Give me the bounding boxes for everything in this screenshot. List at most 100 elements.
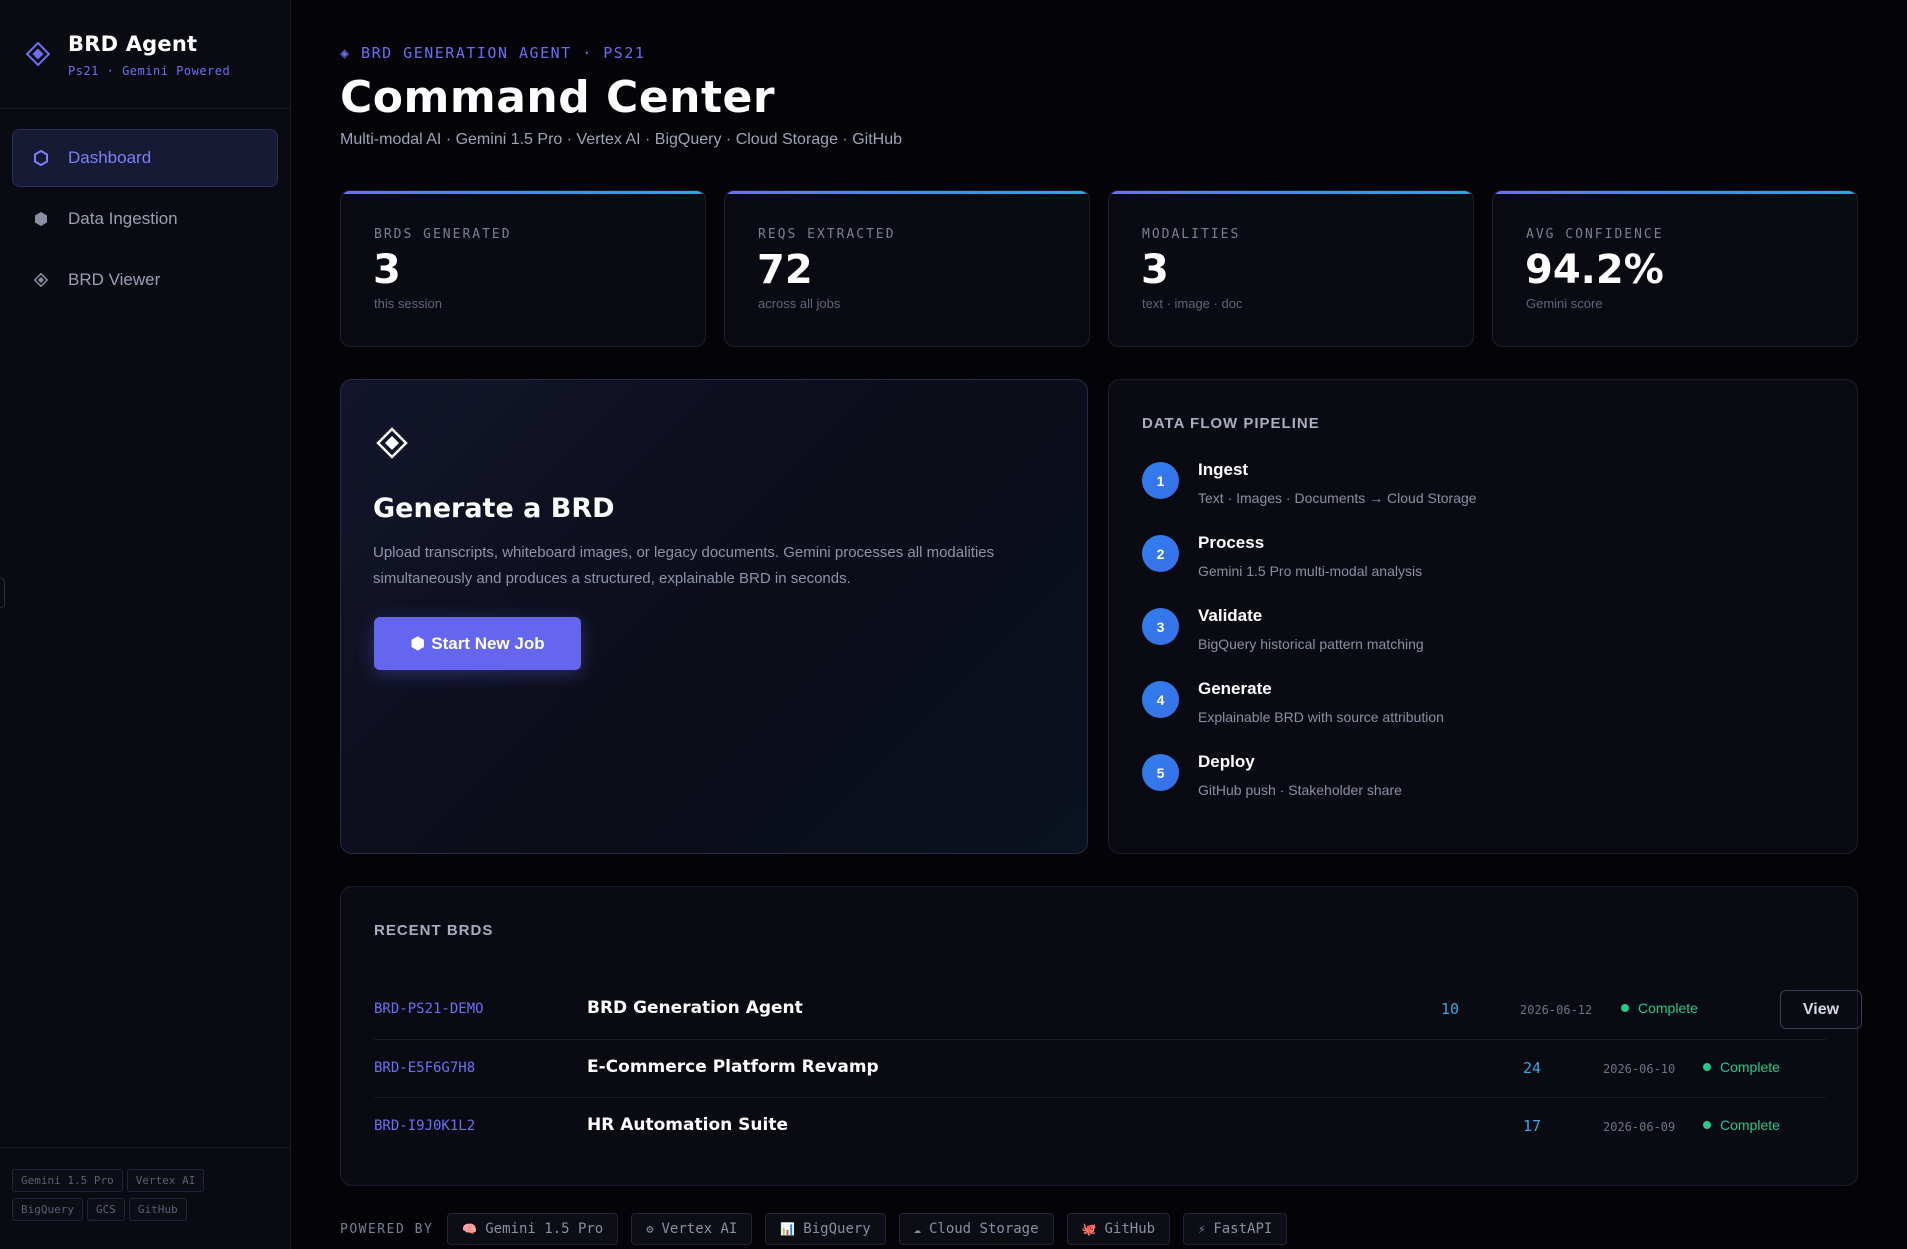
recent-brds-card: RECENT BRDS BRD-PS21-DEMO BRD Generation… [340,886,1862,1186]
stat-label: MODALITIES [1142,227,1241,242]
sidebar-nav: Dashboard Data Ingestion BRD Viewer [12,129,278,312]
brd-name: E-Commerce Platform Revamp [587,1057,879,1077]
recent-brds-title: RECENT BRDS [374,922,494,939]
cloud-icon: ☁ [913,1222,921,1236]
pipeline-step: 5 Deploy GitHub push · Stakeholder share [1142,752,1832,812]
requirement-count: 24 [1523,1059,1542,1077]
table-row[interactable]: BRD-E5F6G7H8 E-Commerce Platform Revamp … [374,1039,1826,1097]
step-number: 4 [1142,681,1179,718]
brain-icon: 🧠 [462,1222,478,1236]
requirement-count: 10 [1441,1000,1460,1018]
brand-title: BRD Agent [68,32,198,56]
brd-name: BRD Generation Agent [587,998,803,1018]
start-new-job-button[interactable]: ⬢ Start New Job [374,617,581,670]
tech-chip-bigquery: 📊 BigQuery [765,1213,886,1245]
generate-brd-card: Generate a BRD Upload transcripts, white… [340,379,1088,854]
brd-id-link[interactable]: BRD-PS21-DEMO [374,1001,484,1017]
stat-label: BRDS GENERATED [374,227,512,242]
status-dot [1621,1004,1629,1012]
view-button[interactable]: View [1780,990,1862,1029]
step-number: 1 [1142,462,1179,499]
stat-card-reqs-extracted: REQS EXTRACTED 72 across all jobs [724,190,1090,347]
tech-chip-github: 🐙 GitHub [1066,1213,1171,1245]
brd-id-link[interactable]: BRD-I9J0K1L2 [374,1118,475,1134]
stat-card-avg-confidence: AVG CONFIDENCE 94.2% Gemini score [1492,190,1858,347]
step-name: Deploy [1198,752,1255,771]
brd-date: 2026-06-10 [1603,1062,1676,1076]
stat-value: 3 [373,247,401,293]
powered-by-label: POWERED BY [340,1221,434,1237]
sidebar-item-label: Data Ingestion [68,209,178,228]
tech-chip-vertex-ai: ⚙ Vertex AI [631,1213,753,1245]
hexagon-filled-icon [33,211,49,227]
start-new-job-label: Start New Job [431,633,545,653]
pipeline-step: 1 Ingest Text · Images · Documents → Clo… [1142,460,1832,520]
generate-title: Generate a BRD [373,493,615,524]
status-dot [1703,1063,1711,1071]
brd-date: 2026-06-12 [1520,1003,1593,1017]
page-subtitle: Multi-modal AI · Gemini 1.5 Pro · Vertex… [340,131,902,148]
octopus-icon: 🐙 [1081,1222,1097,1236]
stat-hint: across all jobs [758,296,841,311]
step-name: Ingest [1198,460,1249,479]
brd-name: HR Automation Suite [587,1115,788,1135]
diamond-logo-icon [25,41,51,67]
sidebar-item-dashboard[interactable]: Dashboard [12,129,278,187]
brd-date: 2026-06-09 [1603,1120,1676,1134]
page-eyebrow: ◈ BRD GENERATION AGENT · PS21 [340,44,646,62]
lightning-icon: ⚡ [1198,1222,1206,1236]
status-dot [1703,1121,1711,1129]
step-description: BigQuery historical pattern matching [1198,636,1424,652]
brand[interactable]: BRD Agent Ps21 · Gemini Powered [24,30,284,90]
stat-label: AVG CONFIDENCE [1526,227,1664,242]
tech-tag: Gemini 1.5 Pro [12,1169,123,1192]
tech-tag: GCS [86,1198,125,1221]
step-description: GitHub push · Stakeholder share [1198,782,1402,798]
stat-hint: this session [374,296,442,311]
stats-row: BRDS GENERATED 3 this session REQS EXTRA… [340,190,1858,347]
sidebar-item-data-ingestion[interactable]: Data Ingestion [12,190,278,248]
stat-value: 3 [1141,247,1169,293]
status-badge: Complete [1621,1000,1698,1016]
status-badge: Complete [1703,1117,1780,1133]
step-name: Process [1198,533,1265,552]
pipeline-step: 3 Validate BigQuery historical pattern m… [1142,606,1832,666]
table-row[interactable]: BRD-PS21-DEMO BRD Generation Agent 10 20… [374,981,1862,1039]
step-number: 3 [1142,608,1179,645]
stat-value: 72 [757,247,813,293]
stat-hint: Gemini score [1526,296,1603,311]
pipeline-title: DATA FLOW PIPELINE [1142,415,1320,432]
step-description: Explainable BRD with source attribution [1198,709,1444,725]
status-badge: Complete [1703,1059,1780,1075]
hexagon-outline-icon [33,150,49,166]
stat-label: REQS EXTRACTED [758,227,896,242]
chart-icon: 📊 [780,1222,796,1236]
sidebar-collapse-handle[interactable] [0,578,5,608]
tech-tag: GitHub [128,1198,187,1221]
tech-tag: BigQuery [12,1198,83,1221]
page-title: Command Center [340,72,776,123]
sidebar-item-brd-viewer[interactable]: BRD Viewer [12,251,278,309]
stat-hint: text · image · doc [1142,296,1243,311]
step-name: Generate [1198,679,1272,698]
step-number: 2 [1142,535,1179,572]
data-flow-pipeline-card: DATA FLOW PIPELINE 1 Ingest Text · Image… [1108,379,1858,854]
powered-by-bar: POWERED BY 🧠 Gemini 1.5 Pro ⚙ Vertex AI 📊 B… [340,1213,1300,1245]
step-number: 5 [1142,754,1179,791]
diamond-icon [376,427,408,459]
pipeline-step: 4 Generate Explainable BRD with source a… [1142,679,1832,739]
requirement-count: 17 [1523,1117,1542,1135]
step-name: Validate [1198,606,1263,625]
table-row[interactable]: BRD-I9J0K1L2 HR Automation Suite 17 2026… [374,1097,1826,1155]
tech-chip-fastapi: ⚡ FastAPI [1183,1213,1288,1245]
sidebar: BRD Agent Ps21 · Gemini Powered Dashboar… [0,0,291,1249]
sidebar-footer-divider [0,1147,291,1148]
stat-value: 94.2% [1525,247,1664,293]
diamond-icon [33,272,49,288]
generate-description: Upload transcripts, whiteboard images, o… [373,544,995,587]
sidebar-divider [0,108,291,109]
sidebar-item-label: BRD Viewer [68,270,161,289]
sidebar-item-label: Dashboard [68,148,152,167]
hexagon-icon: ⬢ [410,633,426,653]
brd-id-link[interactable]: BRD-E5F6G7H8 [374,1060,475,1076]
